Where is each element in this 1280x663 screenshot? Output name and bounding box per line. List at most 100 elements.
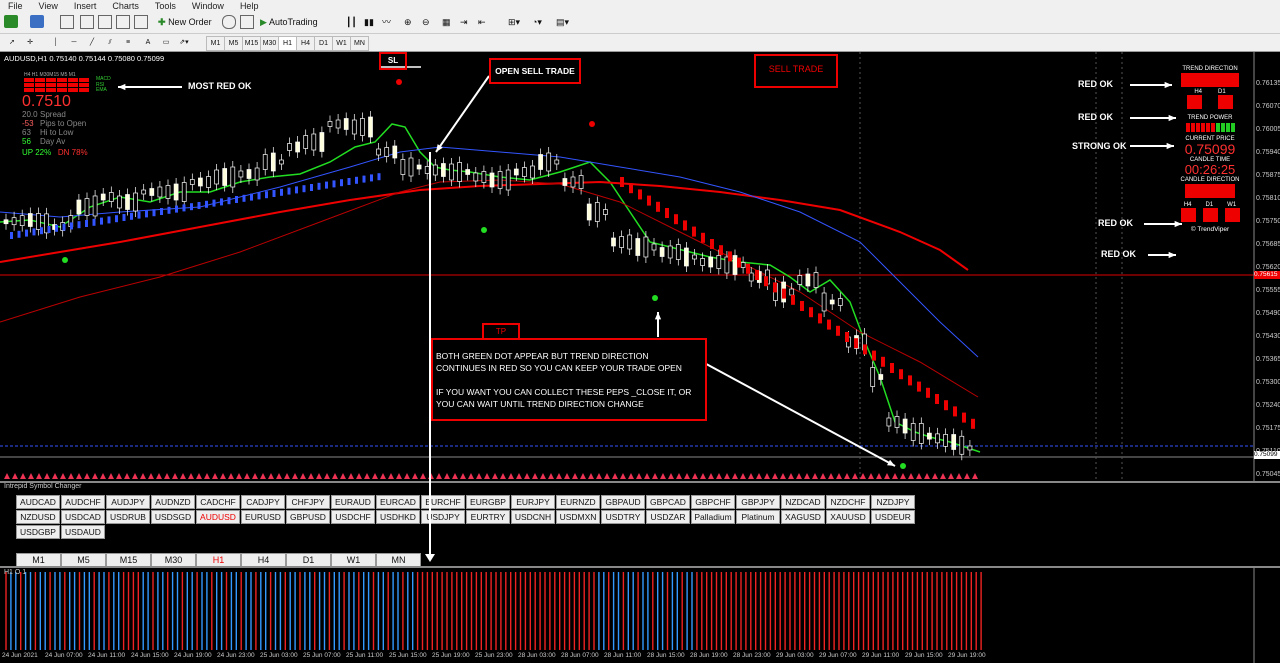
toolbar-tf-h1[interactable]: H1 xyxy=(278,36,297,51)
symbol-button-usdchf[interactable]: USDCHF xyxy=(331,510,375,524)
autotrading-button[interactable]: ▶ AutoTrading xyxy=(260,15,334,30)
symbol-button-gbpcad[interactable]: GBPCAD xyxy=(646,495,690,509)
tile-windows-icon[interactable]: ▦ xyxy=(442,15,454,30)
symbol-button-usdsgd[interactable]: USDSGD xyxy=(151,510,195,524)
horizontal-line-icon[interactable]: ─ xyxy=(66,36,82,49)
new-chart-icon[interactable] xyxy=(4,15,18,28)
symbol-button-usdeur[interactable]: USDEUR xyxy=(871,510,915,524)
symbol-button-eurtry[interactable]: EURTRY xyxy=(466,510,510,524)
symbol-button-eurgbp[interactable]: EURGBP xyxy=(466,495,510,509)
symbol-button-xagusd[interactable]: XAGUSD xyxy=(781,510,825,524)
autoscroll-icon[interactable]: ⇥ xyxy=(460,15,472,30)
symbol-button-usdaud[interactable]: USDAUD xyxy=(61,525,105,539)
line-chart-icon[interactable]: 〰 xyxy=(382,15,394,30)
vertical-line-icon[interactable]: │ xyxy=(48,36,64,49)
candlestick-icon[interactable]: ▮▮ xyxy=(364,15,376,30)
zoom-in-icon[interactable]: ⊕ xyxy=(404,15,416,30)
symbol-button-nzdusd[interactable]: NZDUSD xyxy=(16,510,60,524)
menu-item-tools[interactable]: Tools xyxy=(147,0,184,13)
tf-button-m5[interactable]: M5 xyxy=(61,553,106,567)
zoom-out-icon[interactable]: ⊖ xyxy=(422,15,434,30)
toolbar-tf-m5[interactable]: M5 xyxy=(224,36,243,51)
symbol-button-usdrub[interactable]: USDRUB xyxy=(106,510,150,524)
symbol-button-gbpjpy[interactable]: GBPJPY xyxy=(736,495,780,509)
channel-icon[interactable]: ⫽ xyxy=(102,36,118,49)
symbol-button-eurnzd[interactable]: EURNZD xyxy=(556,495,600,509)
symbol-button-usdcad[interactable]: USDCAD xyxy=(61,510,105,524)
symbol-button-nzdcad[interactable]: NZDCAD xyxy=(781,495,825,509)
symbol-button-audchf[interactable]: AUDCHF xyxy=(61,495,105,509)
symbol-button-usdcnh[interactable]: USDCNH xyxy=(511,510,555,524)
symbol-button-gbpchf[interactable]: GBPCHF xyxy=(691,495,735,509)
crosshair-icon[interactable]: ✛ xyxy=(22,36,38,49)
cursor-icon[interactable]: ➚ xyxy=(4,36,20,49)
toolbar-tf-m1[interactable]: M1 xyxy=(206,36,225,51)
symbol-button-audcad[interactable]: AUDCAD xyxy=(16,495,60,509)
symbol-button-usdhkd[interactable]: USDHKD xyxy=(376,510,420,524)
symbol-button-usdgbp[interactable]: USDGBP xyxy=(16,525,60,539)
symbol-button-platinum[interactable]: Platinum xyxy=(736,510,780,524)
menu-item-insert[interactable]: Insert xyxy=(66,0,105,13)
chart-shift-icon[interactable]: ⇤ xyxy=(478,15,490,30)
symbol-button-gbpaud[interactable]: GBPAUD xyxy=(601,495,645,509)
symbol-button-eurusd[interactable]: EURUSD xyxy=(241,510,285,524)
tester-icon[interactable] xyxy=(134,15,148,29)
symbol-button-eurcad[interactable]: EURCAD xyxy=(376,495,420,509)
arrows-icon[interactable]: ⇗▾ xyxy=(176,36,192,49)
label-tool-icon[interactable]: ▭ xyxy=(158,36,174,49)
toolbar-tf-w1[interactable]: W1 xyxy=(332,36,351,51)
toolbar-tf-h4[interactable]: H4 xyxy=(296,36,315,51)
toolbar-tf-m30[interactable]: M30 xyxy=(260,36,279,51)
templates-icon[interactable]: ▤▾ xyxy=(556,15,574,30)
symbol-button-palladium[interactable]: Palladium xyxy=(691,510,735,524)
trendline-icon[interactable]: ╱ xyxy=(84,36,100,49)
symbol-button-euraud[interactable]: EURAUD xyxy=(331,495,375,509)
toolbar-tf-m15[interactable]: M15 xyxy=(242,36,261,51)
symbol-button-usdmxn[interactable]: USDMXN xyxy=(556,510,600,524)
market-watch-icon[interactable] xyxy=(60,15,74,29)
toolbar-tf-mn[interactable]: MN xyxy=(350,36,369,51)
text-tool-icon[interactable]: A xyxy=(140,36,156,49)
symbol-button-nzdchf[interactable]: NZDCHF xyxy=(826,495,870,509)
menu-item-file[interactable]: File xyxy=(0,0,31,13)
tf-button-h4[interactable]: H4 xyxy=(241,553,286,567)
price-chart[interactable]: AUDUSD,H1 0.75140 0.75144 0.75080 0.7509… xyxy=(0,52,1280,481)
new-order-button[interactable]: ✚ New Order xyxy=(158,15,214,30)
symbol-button-usdtry[interactable]: USDTRY xyxy=(601,510,645,524)
navigator-icon[interactable] xyxy=(80,15,94,29)
fibonacci-icon[interactable]: ≡ xyxy=(120,36,136,49)
tf-button-d1[interactable]: D1 xyxy=(286,553,331,567)
metaeditor-icon[interactable] xyxy=(222,15,236,29)
tf-button-w1[interactable]: W1 xyxy=(331,553,376,567)
symbol-button-xauusd[interactable]: XAUUSD xyxy=(826,510,870,524)
periods-icon[interactable]: ◔▾ xyxy=(532,15,550,30)
symbol-button-audnzd[interactable]: AUDNZD xyxy=(151,495,195,509)
tf-button-h1[interactable]: H1 xyxy=(196,553,241,567)
menu-item-window[interactable]: Window xyxy=(184,0,232,13)
symbol-button-audusd[interactable]: AUDUSD xyxy=(196,510,240,524)
tf-button-m30[interactable]: M30 xyxy=(151,553,196,567)
symbol-button-nzdjpy[interactable]: NZDJPY xyxy=(871,495,915,509)
symbol-button-usdzar[interactable]: USDZAR xyxy=(646,510,690,524)
bar-chart-icon[interactable]: ┃┃ xyxy=(346,15,358,30)
tf-button-m1[interactable]: M1 xyxy=(16,553,61,567)
menu-item-help[interactable]: Help xyxy=(232,0,267,13)
symbol-button-eurchf[interactable]: EURCHF xyxy=(421,495,465,509)
symbol-button-gbpusd[interactable]: GBPUSD xyxy=(286,510,330,524)
tf-button-mn[interactable]: MN xyxy=(376,553,421,567)
symbol-button-usdjpy[interactable]: USDJPY xyxy=(421,510,465,524)
tf-button-m15[interactable]: M15 xyxy=(106,553,151,567)
symbol-button-eurjpy[interactable]: EURJPY xyxy=(511,495,555,509)
indicators-icon[interactable]: ⊞▾ xyxy=(508,15,526,30)
symbol-button-chfjpy[interactable]: CHFJPY xyxy=(286,495,330,509)
toolbar-tf-d1[interactable]: D1 xyxy=(314,36,333,51)
options-icon[interactable] xyxy=(240,15,254,29)
menu-item-view[interactable]: View xyxy=(31,0,66,13)
symbol-button-audjpy[interactable]: AUDJPY xyxy=(106,495,150,509)
symbol-button-cadchf[interactable]: CADCHF xyxy=(196,495,240,509)
profiles-icon[interactable] xyxy=(30,15,44,28)
menu-item-charts[interactable]: Charts xyxy=(104,0,147,13)
data-window-icon[interactable] xyxy=(98,15,112,29)
symbol-button-cadjpy[interactable]: CADJPY xyxy=(241,495,285,509)
terminal-icon[interactable] xyxy=(116,15,130,29)
